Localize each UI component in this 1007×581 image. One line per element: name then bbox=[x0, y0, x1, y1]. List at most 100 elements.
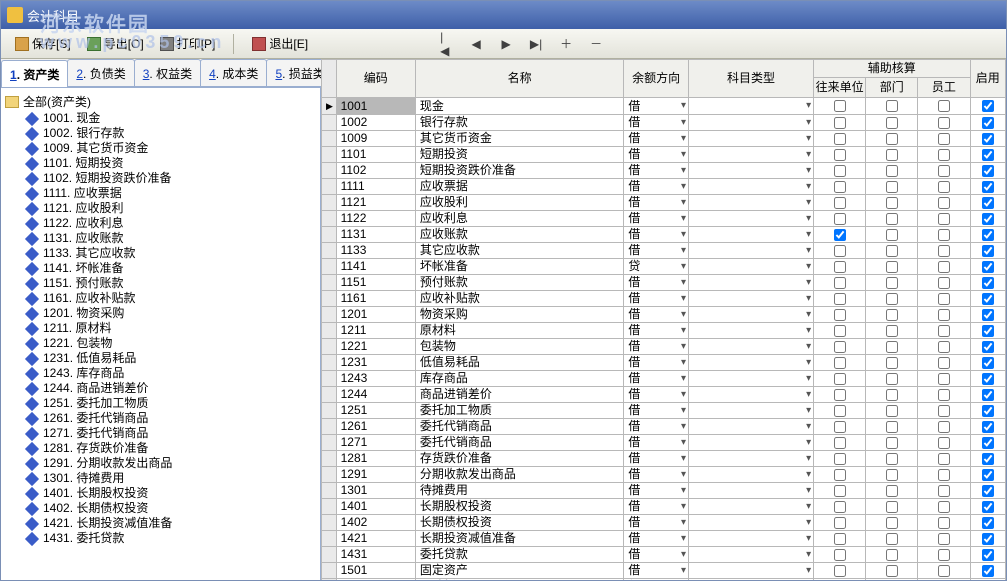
col-aux-unit[interactable]: 往来单位 bbox=[814, 78, 866, 98]
cell-aux-dept[interactable] bbox=[866, 547, 918, 563]
cell-name[interactable]: 短期投资 bbox=[415, 147, 624, 163]
checkbox[interactable] bbox=[938, 149, 950, 161]
cell-name[interactable]: 存货跌价准备 bbox=[415, 451, 624, 467]
table-row[interactable]: 1131应收账款借 bbox=[322, 227, 1006, 243]
cell-enable[interactable] bbox=[970, 115, 1006, 131]
cell-name[interactable]: 长期投资减值准备 bbox=[415, 531, 624, 547]
table-row[interactable]: 1141坏帐准备贷 bbox=[322, 259, 1006, 275]
checkbox[interactable] bbox=[938, 277, 950, 289]
checkbox[interactable] bbox=[834, 453, 846, 465]
cell-aux-emp[interactable] bbox=[918, 147, 970, 163]
cell-name[interactable]: 待摊费用 bbox=[415, 483, 624, 499]
cell-direction[interactable]: 借 bbox=[624, 515, 689, 531]
col-code[interactable]: 编码 bbox=[336, 60, 415, 98]
cell-direction[interactable]: 借 bbox=[624, 243, 689, 259]
cell-direction[interactable]: 借 bbox=[624, 467, 689, 483]
prev-record-button[interactable]: ◀ bbox=[470, 38, 482, 50]
cell-name[interactable]: 固定资产 bbox=[415, 563, 624, 579]
cell-name[interactable]: 库存商品 bbox=[415, 371, 624, 387]
tree-item[interactable]: 1141. 坏帐准备 bbox=[3, 261, 318, 276]
cell-type[interactable] bbox=[688, 275, 813, 291]
checkbox[interactable] bbox=[886, 213, 898, 225]
cell-type[interactable] bbox=[688, 195, 813, 211]
checkbox[interactable] bbox=[982, 261, 994, 273]
cell-name[interactable]: 物资采购 bbox=[415, 307, 624, 323]
checkbox[interactable] bbox=[834, 485, 846, 497]
checkbox[interactable] bbox=[834, 197, 846, 209]
cell-aux-emp[interactable] bbox=[918, 275, 970, 291]
cell-enable[interactable] bbox=[970, 323, 1006, 339]
checkbox[interactable] bbox=[982, 453, 994, 465]
cell-direction[interactable]: 借 bbox=[624, 195, 689, 211]
col-type[interactable]: 科目类型 bbox=[688, 60, 813, 98]
table-row[interactable]: 1161应收补贴款借 bbox=[322, 291, 1006, 307]
cell-type[interactable] bbox=[688, 259, 813, 275]
cell-aux-emp[interactable] bbox=[918, 323, 970, 339]
tree-item[interactable]: 1251. 委托加工物质 bbox=[3, 396, 318, 411]
checkbox[interactable] bbox=[982, 405, 994, 417]
checkbox[interactable] bbox=[886, 277, 898, 289]
cell-enable[interactable] bbox=[970, 147, 1006, 163]
checkbox[interactable] bbox=[886, 373, 898, 385]
cell-aux-emp[interactable] bbox=[918, 499, 970, 515]
cell-aux-unit[interactable] bbox=[814, 98, 866, 115]
cell-enable[interactable] bbox=[970, 435, 1006, 451]
checkbox[interactable] bbox=[886, 149, 898, 161]
cell-enable[interactable] bbox=[970, 131, 1006, 147]
checkbox[interactable] bbox=[834, 389, 846, 401]
checkbox[interactable] bbox=[834, 437, 846, 449]
cell-direction[interactable]: 借 bbox=[624, 131, 689, 147]
next-record-button[interactable]: ▶ bbox=[500, 38, 512, 50]
table-row[interactable]: 1301待摊费用借 bbox=[322, 483, 1006, 499]
col-aux-dept[interactable]: 部门 bbox=[866, 78, 918, 98]
checkbox[interactable] bbox=[834, 149, 846, 161]
tab-成本类[interactable]: 4. 成本类 bbox=[200, 59, 267, 86]
add-record-button[interactable]: ＋ bbox=[560, 38, 572, 50]
cell-type[interactable] bbox=[688, 355, 813, 371]
cell-code[interactable]: 1243 bbox=[336, 371, 415, 387]
cell-type[interactable] bbox=[688, 227, 813, 243]
checkbox[interactable] bbox=[834, 549, 846, 561]
checkbox[interactable] bbox=[886, 501, 898, 513]
last-record-button[interactable]: ▶| bbox=[530, 38, 542, 50]
tree-item[interactable]: 1121. 应收股利 bbox=[3, 201, 318, 216]
cell-direction[interactable]: 借 bbox=[624, 563, 689, 579]
cell-aux-dept[interactable] bbox=[866, 323, 918, 339]
checkbox[interactable] bbox=[834, 373, 846, 385]
checkbox[interactable] bbox=[938, 469, 950, 481]
col-aux-emp[interactable]: 员工 bbox=[918, 78, 970, 98]
checkbox[interactable] bbox=[982, 549, 994, 561]
cell-aux-unit[interactable] bbox=[814, 275, 866, 291]
cell-enable[interactable] bbox=[970, 563, 1006, 579]
checkbox[interactable] bbox=[834, 469, 846, 481]
cell-code[interactable]: 1141 bbox=[336, 259, 415, 275]
checkbox[interactable] bbox=[886, 181, 898, 193]
cell-aux-emp[interactable] bbox=[918, 515, 970, 531]
cell-aux-dept[interactable] bbox=[866, 227, 918, 243]
cell-aux-unit[interactable] bbox=[814, 579, 866, 581]
cell-aux-unit[interactable] bbox=[814, 419, 866, 435]
cell-aux-dept[interactable] bbox=[866, 531, 918, 547]
checkbox[interactable] bbox=[982, 213, 994, 225]
cell-aux-emp[interactable] bbox=[918, 98, 970, 115]
cell-type[interactable] bbox=[688, 98, 813, 115]
cell-aux-unit[interactable] bbox=[814, 435, 866, 451]
checkbox[interactable] bbox=[982, 341, 994, 353]
cell-enable[interactable] bbox=[970, 451, 1006, 467]
checkbox[interactable] bbox=[982, 229, 994, 241]
cell-name[interactable]: 累计折旧 bbox=[415, 579, 624, 581]
cell-aux-emp[interactable] bbox=[918, 163, 970, 179]
cell-code[interactable]: 1002 bbox=[336, 115, 415, 131]
cell-type[interactable] bbox=[688, 467, 813, 483]
checkbox[interactable] bbox=[938, 245, 950, 257]
cell-name[interactable]: 现金 bbox=[415, 98, 624, 115]
cell-aux-unit[interactable] bbox=[814, 387, 866, 403]
cell-code[interactable]: 1201 bbox=[336, 307, 415, 323]
save-button[interactable]: 保存[S] bbox=[11, 33, 75, 54]
checkbox[interactable] bbox=[834, 277, 846, 289]
cell-name[interactable]: 原材料 bbox=[415, 323, 624, 339]
checkbox[interactable] bbox=[886, 565, 898, 577]
cell-aux-dept[interactable] bbox=[866, 371, 918, 387]
checkbox[interactable] bbox=[938, 405, 950, 417]
cell-aux-dept[interactable] bbox=[866, 355, 918, 371]
